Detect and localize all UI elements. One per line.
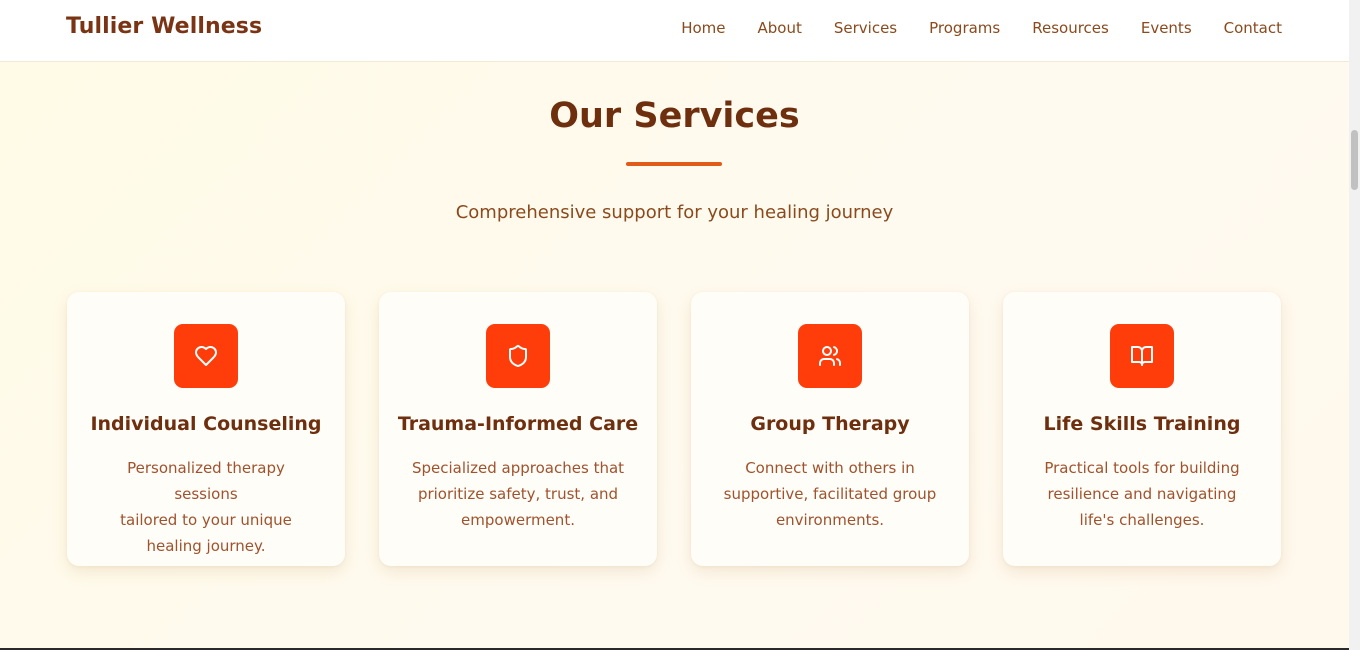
book-open-icon bbox=[1110, 324, 1174, 388]
nav-link-contact[interactable]: Contact bbox=[1224, 19, 1282, 37]
users-icon bbox=[798, 324, 862, 388]
section-subtitle: Comprehensive support for your healing j… bbox=[455, 202, 894, 223]
nav-link-about[interactable]: About bbox=[758, 19, 802, 37]
service-card-life-skills-training[interactable]: Life Skills Training Practical tools for… bbox=[1003, 292, 1281, 566]
page-viewport: Tullier Wellness Home About Services Pro… bbox=[0, 0, 1349, 650]
nav-link-events[interactable]: Events bbox=[1141, 19, 1192, 37]
card-description: Practical tools for building resilience … bbox=[1033, 455, 1251, 533]
card-description-line: resilience and navigating bbox=[1047, 485, 1237, 503]
card-description-line: healing journey. bbox=[146, 537, 266, 555]
card-description: Connect with others in supportive, facil… bbox=[721, 455, 939, 533]
service-card-trauma-informed-care[interactable]: Trauma-Informed Care Specialized approac… bbox=[379, 292, 657, 566]
top-navbar: Tullier Wellness Home About Services Pro… bbox=[0, 0, 1349, 62]
card-title: Group Therapy bbox=[750, 413, 910, 435]
title-underline bbox=[626, 162, 722, 166]
nav-link-services[interactable]: Services bbox=[834, 19, 897, 37]
service-card-individual-counseling[interactable]: Individual Counseling Personalized thera… bbox=[67, 292, 345, 566]
nav-link-programs[interactable]: Programs bbox=[929, 19, 1000, 37]
card-description-line: empowerment. bbox=[461, 511, 575, 529]
card-description-line: Practical tools for building bbox=[1044, 459, 1240, 477]
card-description: Personalized therapy sessions tailored t… bbox=[97, 455, 315, 559]
card-title: Life Skills Training bbox=[1043, 413, 1241, 435]
card-description: Specialized approaches that prioritize s… bbox=[409, 455, 627, 533]
card-description-line: life's challenges. bbox=[1079, 511, 1205, 529]
card-description-line: Connect with others in bbox=[745, 459, 915, 477]
section-title: Our Services bbox=[549, 96, 800, 136]
card-description-line: supportive, facilitated group bbox=[723, 485, 937, 503]
card-description-line: Personalized therapy sessions bbox=[127, 459, 285, 503]
card-description-line: prioritize safety, trust, and bbox=[417, 485, 619, 503]
card-title: Individual Counseling bbox=[90, 413, 322, 435]
card-description-line: environments. bbox=[775, 511, 885, 529]
nav-link-home[interactable]: Home bbox=[681, 19, 725, 37]
nav-link-resources[interactable]: Resources bbox=[1032, 19, 1109, 37]
service-card-group-therapy[interactable]: Group Therapy Connect with others in sup… bbox=[691, 292, 969, 566]
brand-logo[interactable]: Tullier Wellness bbox=[66, 14, 262, 39]
shield-icon bbox=[486, 324, 550, 388]
vertical-scrollbar[interactable] bbox=[1349, 0, 1360, 650]
heart-icon bbox=[174, 324, 238, 388]
scrollbar-thumb[interactable] bbox=[1351, 130, 1358, 190]
card-description-line: Specialized approaches that bbox=[411, 459, 625, 477]
card-title: Trauma-Informed Care bbox=[397, 413, 639, 435]
nav-links: Home About Services Programs Resources E… bbox=[681, 19, 1282, 37]
card-description-line: tailored to your unique bbox=[120, 511, 292, 529]
